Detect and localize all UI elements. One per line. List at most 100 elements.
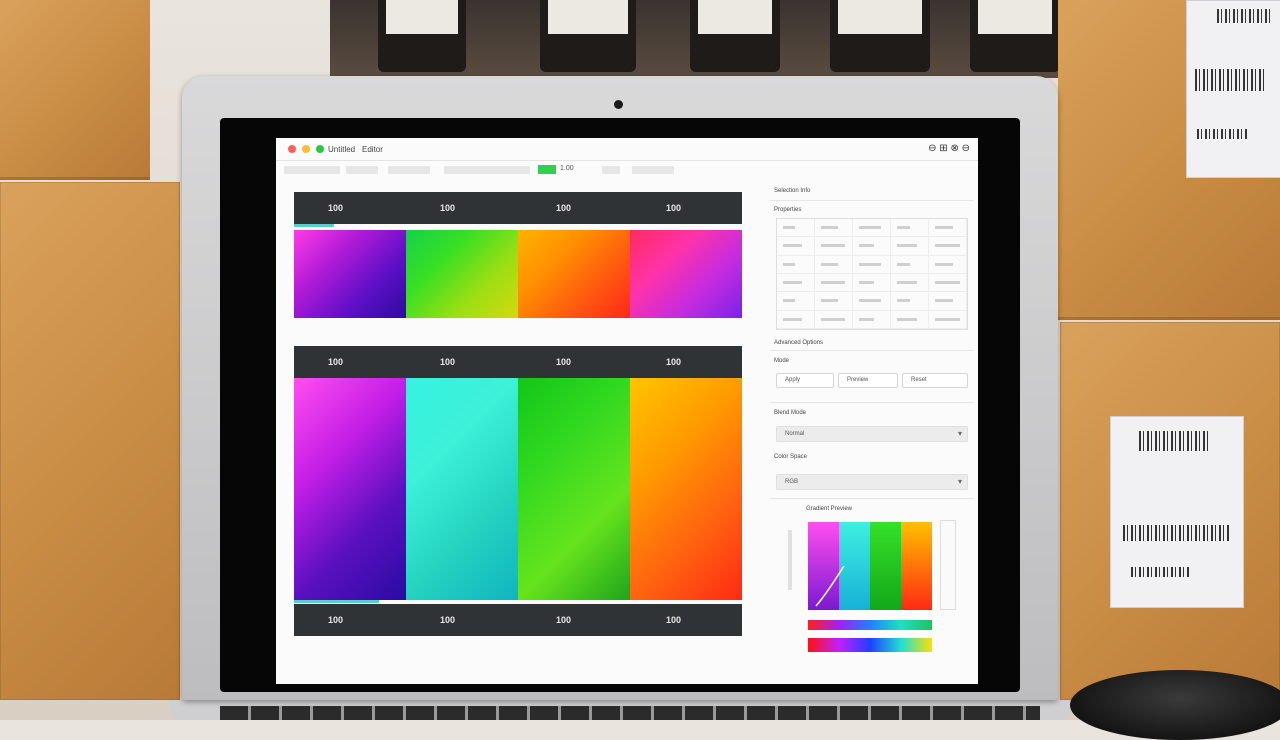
table-cell [853,292,891,311]
background-bottle [540,0,636,72]
toolbar-item[interactable] [444,166,530,174]
background-bottle [830,0,930,72]
divider [770,402,974,403]
shipping-label [1186,0,1280,178]
cardboard-box [0,0,150,180]
table-cell [891,255,929,274]
section-subtitle: Properties [774,207,802,213]
background-bottle [690,0,780,72]
panel-bottom-progress [294,600,380,603]
status-indicator [538,165,556,174]
divider [770,200,974,201]
cardboard-box [0,182,180,700]
divider [770,498,974,499]
apply-button[interactable]: Apply [776,373,834,388]
color-swatch[interactable] [294,378,406,600]
section-title: Advanced Options [774,340,824,346]
color-swatch[interactable] [518,378,630,600]
color-swatch[interactable] [294,230,406,318]
table-cell [815,219,853,238]
maximize-icon[interactable] [316,145,324,153]
toolbar-item[interactable] [602,166,620,174]
close-icon[interactable] [288,145,296,153]
section-subtitle: Mode [774,358,790,364]
background-bottle [970,0,1060,72]
toolbar-item[interactable] [346,166,378,174]
title-bar: Untitled Editor ⊖ ⊞ ⊗ ⊖ [276,138,978,161]
color-swatch[interactable] [630,230,742,318]
panel-label: 100 [666,615,682,625]
preview-button[interactable]: Preview [838,373,898,388]
table-cell [777,255,815,274]
table-cell [891,219,929,238]
table-cell [815,237,853,256]
toolbar-item[interactable] [284,166,340,174]
toolbar-item[interactable] [388,166,430,174]
window-controls[interactable]: ⊖ ⊞ ⊗ ⊖ [928,143,970,154]
table-cell [929,255,967,274]
toolbar: 1.00 [276,162,978,178]
table-cell [777,274,815,293]
panel-label: 100 [328,203,344,213]
slider-track[interactable] [940,520,956,610]
section-title: Selection Info [774,188,811,194]
table-cell [777,310,815,329]
panel-label: 100 [556,615,572,625]
blend-mode-select[interactable]: Normal ▾ [776,426,968,442]
panel-label: 100 [556,203,572,213]
panel-label: 100 [440,357,456,367]
properties-table [776,218,968,330]
table-cell [853,237,891,256]
table-cell [929,219,967,238]
divider [770,350,974,351]
table-cell [929,274,967,293]
laptop-screen: Untitled Editor ⊖ ⊞ ⊗ ⊖ 1.00 100 100 100… [276,138,978,684]
panel-label: 100 [440,615,456,625]
panel-label: 100 [666,357,682,367]
panel-bottom-header: 100 100 100 100 [294,346,742,378]
panel-label: 100 [328,615,344,625]
section-title: Color Space [774,454,808,460]
color-swatch[interactable] [518,230,630,318]
curve-line [815,565,845,607]
table-cell [853,255,891,274]
table-cell [815,255,853,274]
panel-top-progress [294,224,335,227]
toolbar-value: 1.00 [560,165,574,172]
toolbar-item[interactable] [632,166,674,174]
table-cell [815,274,853,293]
panel-label: 100 [440,203,456,213]
section-title: Blend Mode [774,410,807,416]
table-cell [777,292,815,311]
webcam-icon [614,100,623,109]
color-space-select[interactable]: RGB ▾ [776,474,968,490]
table-cell [891,310,929,329]
hue-bar[interactable] [808,620,932,630]
properties-sidebar: Selection Info Properties Advanced Optio… [770,180,978,684]
table-cell [815,292,853,311]
tab-editor[interactable]: Editor [362,145,383,154]
slider-track[interactable] [788,530,792,590]
panel-label: 100 [556,357,572,367]
chevron-down-icon: ▾ [957,477,962,486]
color-swatch[interactable] [630,378,742,600]
background-device [1070,670,1280,740]
color-swatch[interactable] [406,378,518,600]
panel-label: 100 [666,203,682,213]
panel-label: 100 [328,357,344,367]
color-swatch[interactable] [406,230,518,318]
minimize-icon[interactable] [302,145,310,153]
table-cell [929,310,967,329]
table-cell [777,219,815,238]
shipping-label [1110,416,1244,608]
table-cell [891,292,929,311]
table-cell [853,219,891,238]
gradient-preview [808,522,932,610]
reset-button[interactable]: Reset [902,373,968,388]
spectrum-bar[interactable] [808,638,932,652]
preview-title: Gradient Preview [806,506,853,512]
panel-top-header: 100 100 100 100 [294,192,742,224]
chevron-down-icon: ▾ [957,429,962,438]
background-bottle [378,0,466,72]
table-cell [777,237,815,256]
